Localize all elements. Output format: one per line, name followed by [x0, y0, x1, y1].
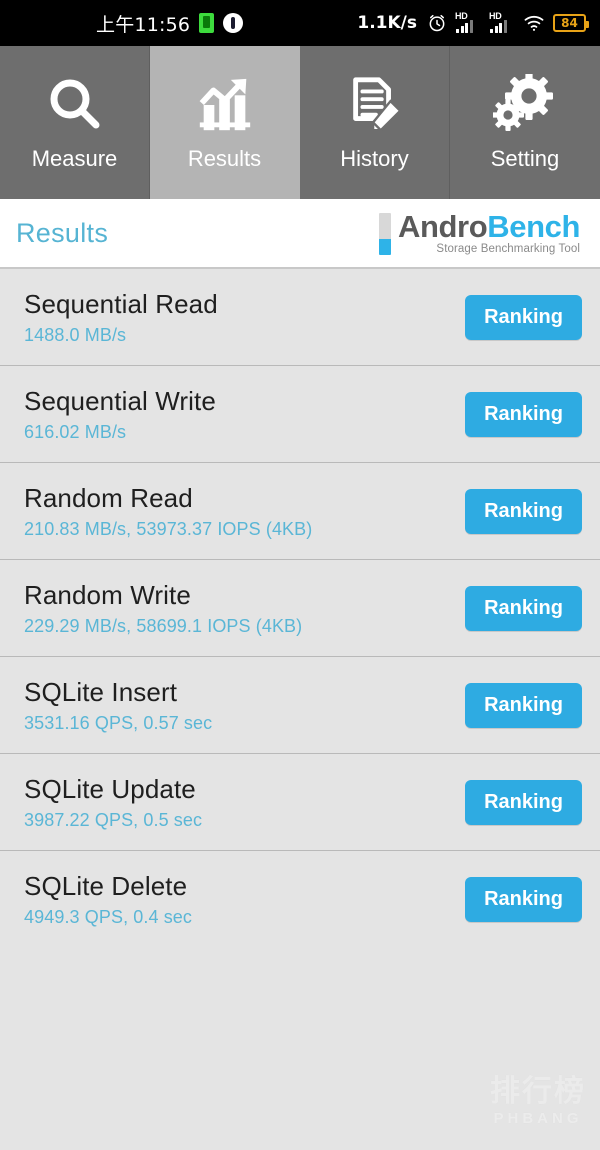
brand-text: AndroBench Storage Benchmarking Tool — [397, 208, 580, 256]
signal-bars-hd-2-icon: HD — [489, 11, 515, 34]
row-texts: Random Write 229.29 MB/s, 58699.1 IOPS (… — [24, 580, 302, 637]
status-bar: 上午11:56 1.1K/s HD HD 84 — [0, 0, 600, 46]
result-value: 3531.16 QPS, 0.57 sec — [24, 712, 213, 733]
brand-name-second: Bench — [487, 208, 580, 244]
brand-subtitle: Storage Benchmarking Tool — [436, 243, 580, 256]
row-texts: Sequential Read 1488.0 MB/s — [24, 289, 218, 346]
ranking-button[interactable]: Ranking — [465, 779, 582, 825]
vibrate-icon — [223, 13, 244, 33]
result-title: SQLite Update — [24, 773, 196, 804]
bar-chart-arrow-icon — [194, 70, 256, 140]
result-title: Sequential Read — [24, 288, 218, 319]
ranking-button[interactable]: Ranking — [465, 585, 582, 631]
row-texts: Random Read 210.83 MB/s, 53973.37 IOPS (… — [24, 483, 312, 540]
table-row[interactable]: Random Read 210.83 MB/s, 53973.37 IOPS (… — [0, 463, 600, 560]
document-pencil-icon — [344, 70, 406, 140]
alarm-clock-icon — [427, 13, 447, 33]
table-row[interactable]: Random Write 229.29 MB/s, 58699.1 IOPS (… — [0, 560, 600, 657]
battery-percent-label: 84 — [561, 16, 578, 30]
tab-results-label: Results — [187, 146, 262, 171]
table-row[interactable]: Sequential Write 616.02 MB/s Ranking — [0, 366, 600, 463]
tab-setting-label: Setting — [490, 146, 560, 171]
storage-bar-icon — [378, 212, 391, 255]
battery-green-icon — [199, 13, 215, 33]
result-value: 3987.22 QPS, 0.5 sec — [24, 809, 203, 830]
table-row[interactable]: Sequential Read 1488.0 MB/s Ranking — [0, 269, 600, 366]
magnifier-icon — [43, 70, 107, 140]
result-title: Random Write — [24, 579, 191, 610]
table-row[interactable]: SQLite Update 3987.22 QPS, 0.5 sec Ranki… — [0, 754, 600, 851]
table-row[interactable]: SQLite Delete 4949.3 QPS, 0.4 sec Rankin… — [0, 851, 600, 948]
battery-percent-icon: 84 — [553, 14, 589, 32]
status-clock: 上午11:56 — [96, 13, 191, 36]
status-bar-right: 1.1K/s HD HD 84 — [357, 11, 589, 34]
app-root: 上午11:56 1.1K/s HD HD 84 Measure Results … — [0, 0, 600, 1150]
result-value: 210.83 MB/s, 53973.37 IOPS (4KB) — [24, 518, 313, 539]
tab-history[interactable]: History — [300, 46, 450, 199]
tab-results[interactable]: Results — [150, 46, 300, 199]
result-title: SQLite Delete — [24, 871, 188, 901]
watermark: 排行榜 PHBANG — [490, 1074, 586, 1127]
result-value: 4949.3 QPS, 0.4 sec — [24, 907, 193, 927]
result-value: 229.29 MB/s, 58699.1 IOPS (4KB) — [24, 615, 303, 636]
ranking-button[interactable]: Ranking — [465, 488, 582, 534]
androbench-logo: AndroBench Storage Benchmarking Tool — [378, 208, 584, 256]
result-value: 616.02 MB/s — [24, 421, 127, 442]
result-title: Random Read — [24, 482, 193, 513]
row-texts: SQLite Delete 4949.3 QPS, 0.4 sec — [24, 871, 192, 928]
row-texts: Sequential Write 616.02 MB/s — [24, 386, 216, 443]
gears-icon — [493, 70, 557, 140]
page-title: Results — [16, 217, 109, 248]
table-row[interactable]: SQLite Insert 3531.16 QPS, 0.57 sec Rank… — [0, 657, 600, 754]
brand-name-first: Andro — [397, 208, 488, 244]
tab-bar: Measure Results History Setting — [0, 46, 600, 199]
tab-measure-label: Measure — [31, 146, 118, 171]
ranking-button[interactable]: Ranking — [465, 391, 582, 437]
result-title: SQLite Insert — [24, 676, 178, 707]
result-title: Sequential Write — [24, 385, 216, 416]
brand-name: AndroBench — [397, 208, 580, 244]
watermark-english: PHBANG — [493, 1110, 583, 1127]
tab-history-label: History — [340, 146, 409, 171]
tab-measure[interactable]: Measure — [0, 46, 150, 199]
result-value: 1488.0 MB/s — [24, 324, 127, 345]
tab-setting[interactable]: Setting — [450, 46, 600, 199]
row-texts: SQLite Update 3987.22 QPS, 0.5 sec — [24, 774, 202, 831]
network-speed-label: 1.1K/s — [357, 13, 417, 33]
status-bar-left: 上午11:56 — [96, 10, 244, 37]
ranking-button[interactable]: Ranking — [465, 294, 582, 340]
ranking-button[interactable]: Ranking — [465, 877, 582, 922]
results-header: Results AndroBench Storage Benchmarking … — [0, 199, 600, 269]
row-texts: SQLite Insert 3531.16 QPS, 0.57 sec — [24, 677, 212, 734]
signal-bars-hd-1-icon: HD — [455, 11, 481, 34]
ranking-button[interactable]: Ranking — [465, 682, 582, 728]
wifi-icon — [523, 14, 545, 32]
results-list: Sequential Read 1488.0 MB/s Ranking Sequ… — [0, 269, 600, 948]
watermark-chinese: 排行榜 — [490, 1074, 586, 1109]
